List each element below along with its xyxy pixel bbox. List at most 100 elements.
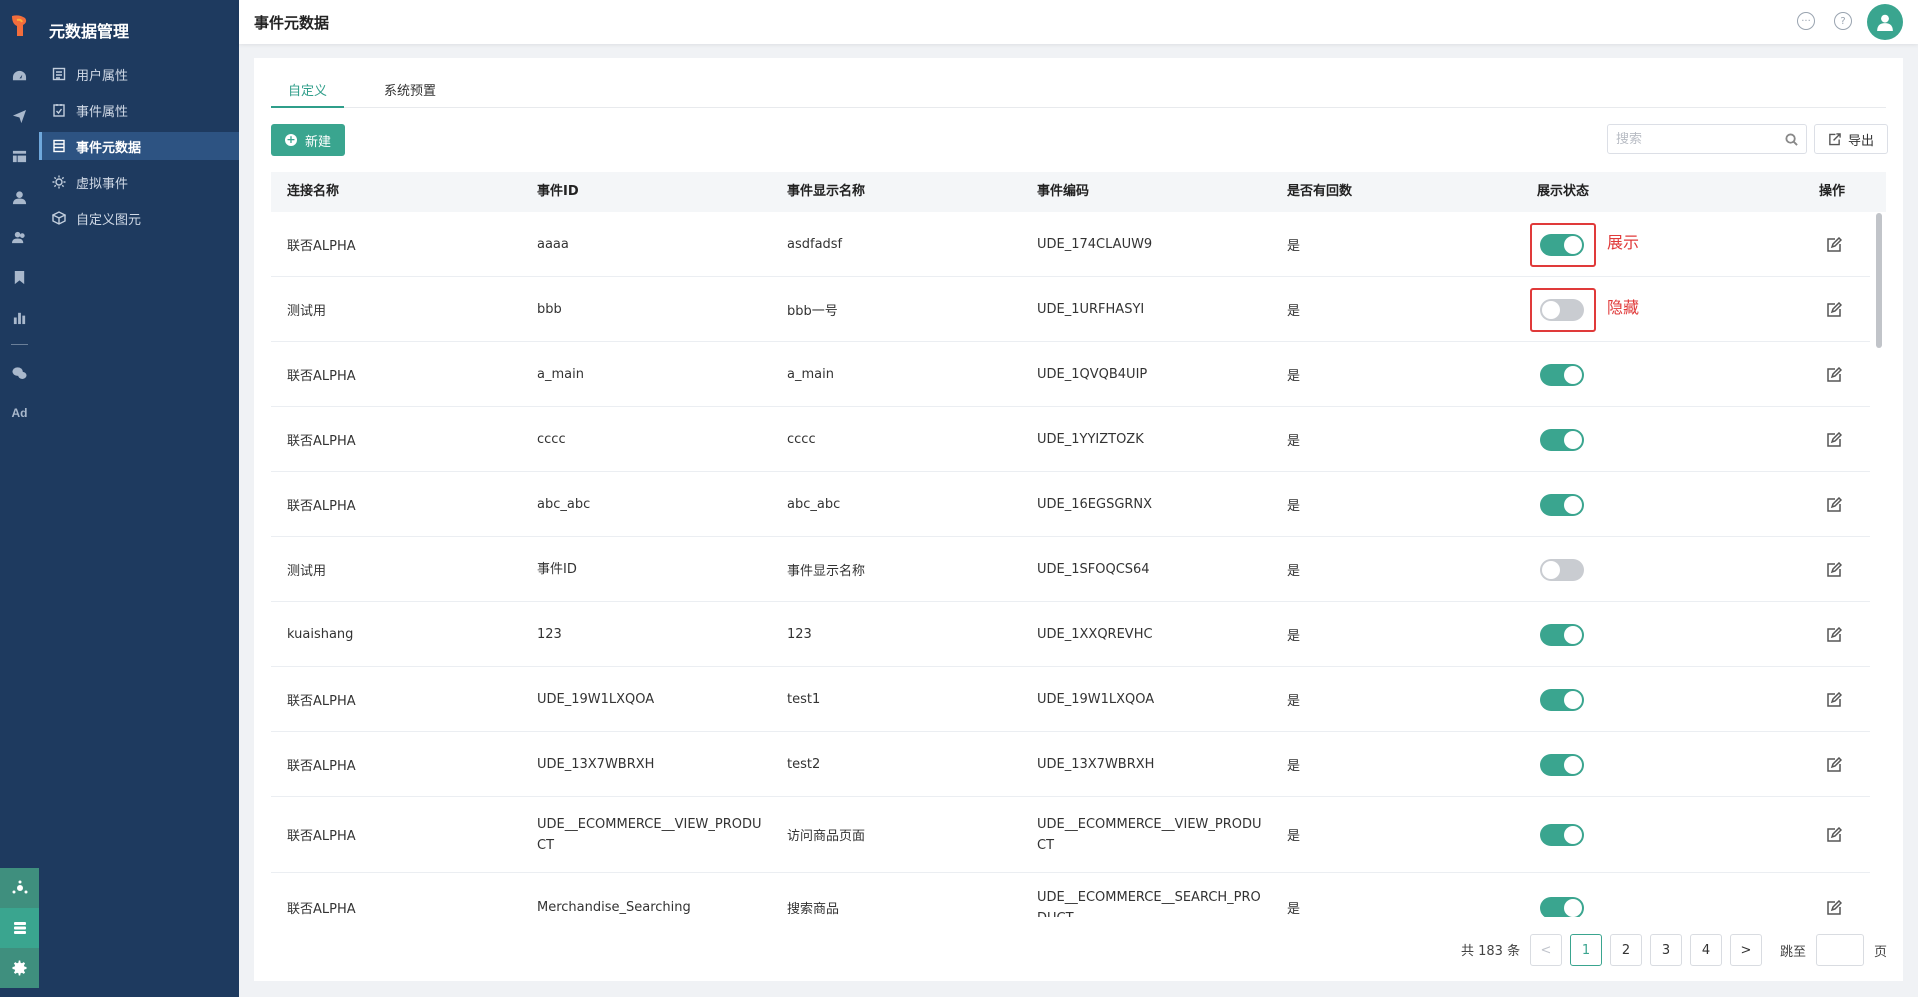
- new-button-label: 新建: [304, 134, 331, 150]
- cell-event-code: UDE_19W1LXQOA: [1037, 667, 1267, 731]
- cell-event-id-text: bbb: [537, 301, 562, 317]
- sidebar-item-label: 事件元数据: [76, 140, 142, 156]
- toggle-knob: [1564, 755, 1582, 774]
- cell-display-name: test1: [787, 667, 820, 731]
- wechat-icon[interactable]: [0, 361, 39, 385]
- export-button-label: 导出: [1847, 133, 1874, 149]
- message-icon[interactable]: ···: [1797, 12, 1815, 30]
- cell-event-code: UDE_1SFOQCS64: [1037, 537, 1267, 601]
- display-status-toggle[interactable]: [1540, 493, 1584, 516]
- edit-icon[interactable]: [1826, 301, 1843, 318]
- search-input[interactable]: [1616, 131, 1785, 147]
- jump-page-input[interactable]: [1816, 934, 1864, 966]
- next-page-button[interactable]: >: [1730, 934, 1762, 966]
- prev-page-button[interactable]: <: [1530, 934, 1562, 966]
- cell-event-id: a_main: [537, 342, 767, 406]
- edit-icon[interactable]: [1826, 756, 1843, 773]
- cell-connection-name-text: 联否ALPHA: [287, 758, 356, 774]
- cell-event-id-text: abc_abc: [537, 496, 591, 512]
- search-icon[interactable]: [1785, 132, 1798, 146]
- bookmark-icon[interactable]: [0, 265, 39, 289]
- cell-display-name: 搜索商品: [787, 873, 839, 917]
- cell-display-name-text: abc_abc: [787, 496, 841, 512]
- page-button[interactable]: 3: [1650, 934, 1682, 966]
- help-icon[interactable]: ?: [1834, 12, 1852, 30]
- table-header: 连接名称 事件ID 事件显示名称 事件编码 是否有回数 展示状态 操作: [271, 172, 1886, 212]
- sidebar-item-custom-shapes[interactable]: 自定义图元: [39, 204, 239, 232]
- avatar[interactable]: [1867, 4, 1903, 40]
- panels-icon[interactable]: [0, 144, 39, 168]
- tab-system-preset[interactable]: 系统预置: [375, 70, 445, 108]
- cell-display-name-text: test1: [787, 691, 821, 707]
- display-status-toggle[interactable]: [1540, 558, 1584, 581]
- cell-display-name: abc_abc: [787, 472, 840, 536]
- edit-icon[interactable]: [1826, 561, 1843, 578]
- bottom-nav-analytics[interactable]: [0, 868, 39, 908]
- cell-event-code: UDE_1QVQB4UIP: [1037, 342, 1267, 406]
- display-status-toggle[interactable]: [1540, 824, 1584, 846]
- edit-icon[interactable]: [1826, 496, 1843, 513]
- page-button[interactable]: 4: [1690, 934, 1722, 966]
- cell-display-name: 事件显示名称: [787, 537, 865, 601]
- edit-icon[interactable]: [1826, 691, 1843, 708]
- cell-has-return: 是: [1287, 667, 1300, 731]
- sidebar-item-virtual-events[interactable]: 虚拟事件: [39, 168, 239, 196]
- logo-icon: [12, 15, 27, 37]
- sidebar-item-event-attributes[interactable]: 事件属性: [39, 96, 239, 124]
- edit-icon[interactable]: [1826, 431, 1843, 448]
- cell-event-code-text: UDE_174CLAUW9: [1037, 236, 1153, 252]
- cell-has-return: 是: [1287, 212, 1300, 276]
- bottom-nav-settings[interactable]: [0, 948, 39, 988]
- display-status-toggle[interactable]: [1540, 753, 1584, 776]
- new-button[interactable]: + 新建: [271, 124, 345, 156]
- user-avatar-icon: [1877, 14, 1893, 31]
- toggle-knob: [1542, 560, 1560, 579]
- table-row: 联否ALPHA Merchandise_Searching 搜索商品 UDE__ECO…: [271, 873, 1870, 917]
- sidebar-item-label: 自定义图元: [76, 212, 142, 228]
- cell-display-name: a_main: [787, 342, 834, 406]
- edit-icon[interactable]: [1826, 236, 1843, 253]
- display-status-toggle[interactable]: [1540, 363, 1584, 386]
- display-status-toggle[interactable]: [1540, 428, 1584, 451]
- cell-event-id: UDE_19W1LXQOA: [537, 667, 767, 731]
- send-icon[interactable]: [0, 104, 39, 128]
- tab-custom[interactable]: 自定义: [271, 70, 344, 108]
- dashboard-icon[interactable]: [0, 64, 39, 88]
- page-button[interactable]: 1: [1570, 934, 1602, 966]
- sidebar-item-event-metadata[interactable]: 事件元数据: [39, 132, 239, 160]
- table-row: 联否ALPHA aaaa asdfadsf UDE_174CLAUW9 是 展示: [271, 212, 1870, 277]
- cell-event-id: bbb: [537, 277, 767, 341]
- display-status-toggle[interactable]: [1540, 623, 1584, 646]
- total-count: 共 183 条: [1461, 944, 1521, 959]
- annotation-highlight-box: [1530, 222, 1596, 267]
- cell-event-code-text: UDE_1URFHASYI: [1037, 301, 1145, 317]
- annotation-hide-label: 隐藏: [1607, 297, 1640, 317]
- display-status-toggle[interactable]: [1540, 897, 1584, 917]
- sidebar-item-user-attributes[interactable]: 用户属性: [39, 60, 239, 88]
- display-status-toggle[interactable]: [1540, 688, 1584, 711]
- cell-event-id-text: UDE_19W1LXQOA: [537, 691, 655, 707]
- ad-icon[interactable]: Ad: [0, 401, 39, 425]
- bottom-nav-metadata[interactable]: [0, 908, 39, 948]
- cell-connection-name-text: 联否ALPHA: [287, 693, 356, 709]
- cell-event-code: UDE_174CLAUW9: [1037, 212, 1267, 276]
- page-button[interactable]: 2: [1610, 934, 1642, 966]
- scrollbar-thumb[interactable]: [1876, 213, 1882, 348]
- edit-icon[interactable]: [1826, 626, 1843, 643]
- edit-icon[interactable]: [1826, 899, 1843, 916]
- cell-event-id: abc_abc: [537, 472, 767, 536]
- top-header: 事件元数据 ··· ?: [239, 0, 1918, 44]
- edit-icon[interactable]: [1826, 826, 1843, 843]
- table-body: 联否ALPHA aaaa asdfadsf UDE_174CLAUW9 是 展示 测试用 bb…: [271, 212, 1870, 917]
- edit-icon[interactable]: [1826, 366, 1843, 383]
- cell-event-code-text: UDE_1QVQB4UIP: [1037, 366, 1148, 382]
- cell-event-id-text: UDE__ECOMMERCE__VIEW_PRODUCT: [537, 816, 762, 853]
- users-icon[interactable]: [0, 225, 39, 249]
- bar-chart-icon[interactable]: [0, 305, 39, 329]
- cell-display-name: bbb一号: [787, 277, 838, 341]
- cell-event-id: aaaa: [537, 212, 767, 276]
- user-attr-icon: [52, 67, 66, 81]
- column-header: 展示状态: [1537, 184, 1590, 199]
- export-button[interactable]: 导出: [1814, 124, 1888, 154]
- user-icon[interactable]: [0, 185, 39, 209]
